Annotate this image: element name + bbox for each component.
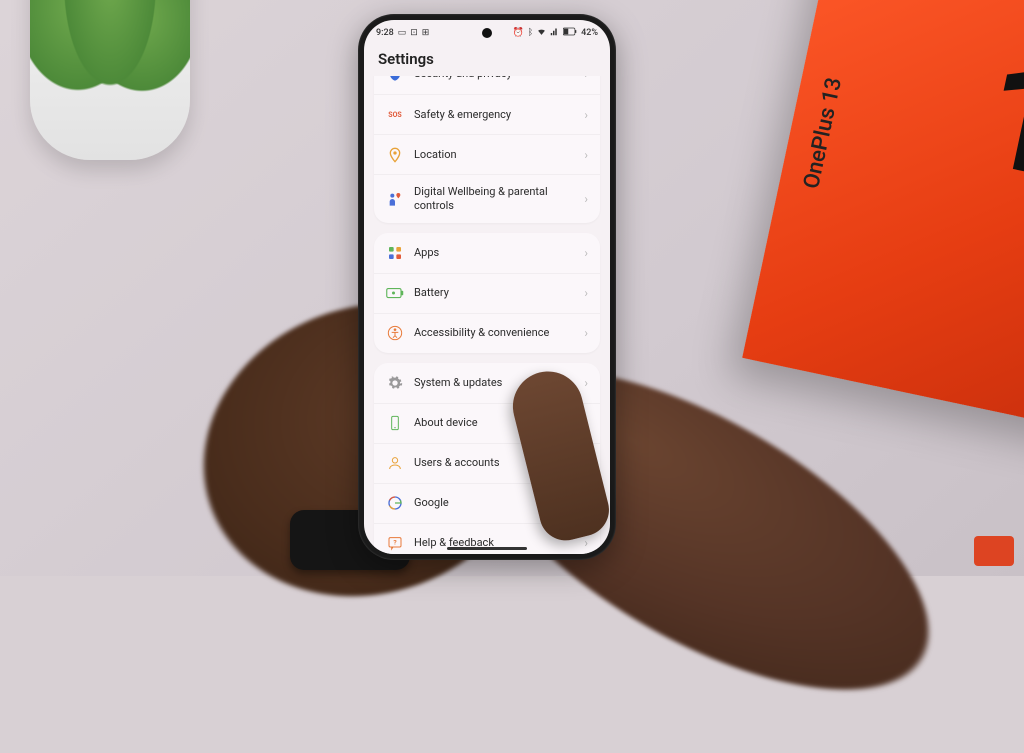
- settings-group: Apps › Battery › Accessibility & conveni…: [374, 233, 600, 353]
- apps-icon: [386, 244, 404, 262]
- notification-icon: ⊞: [422, 28, 430, 38]
- settings-item-label: Digital Wellbeing & parental controls: [414, 185, 574, 213]
- signal-icon: [550, 27, 559, 39]
- chevron-right-icon: ›: [584, 246, 588, 260]
- alarm-icon: ⏰: [513, 28, 524, 38]
- wifi-icon: [537, 27, 546, 39]
- accessibility-icon: [386, 324, 404, 342]
- gear-icon: [386, 374, 404, 392]
- chevron-right-icon: ›: [584, 536, 588, 550]
- chevron-right-icon: ›: [584, 76, 588, 81]
- settings-item-battery[interactable]: Battery ›: [374, 273, 600, 313]
- sos-icon: SOS: [386, 106, 404, 124]
- settings-item-security-privacy[interactable]: Security and privacy ›: [374, 76, 600, 94]
- help-icon: ?: [386, 534, 404, 552]
- settings-item-location[interactable]: Location ›: [374, 134, 600, 174]
- settings-item-label: Security and privacy: [414, 76, 574, 81]
- user-icon: [386, 454, 404, 472]
- chevron-right-icon: ›: [584, 108, 588, 122]
- status-clock: 9:28: [376, 28, 394, 38]
- settings-item-label: Accessibility & convenience: [414, 326, 574, 340]
- box-model-text: OnePlus 13: [799, 75, 847, 191]
- box-number: 13: [968, 25, 1024, 229]
- battery-icon: [386, 284, 404, 302]
- settings-item-label: Location: [414, 148, 574, 162]
- location-icon: [386, 146, 404, 164]
- settings-item-label: Apps: [414, 246, 574, 260]
- background-object: [974, 536, 1014, 566]
- status-bar-right: ⏰ ᛒ 42%: [513, 27, 598, 39]
- settings-item-label: Safety & emergency: [414, 108, 574, 122]
- notification-icon: ⊡: [410, 28, 418, 38]
- settings-item-accessibility[interactable]: Accessibility & convenience ›: [374, 313, 600, 353]
- page-title: Settings: [364, 46, 610, 76]
- chevron-right-icon: ›: [584, 286, 588, 300]
- battery-percentage: 42%: [581, 28, 598, 38]
- notification-icon: ▭: [398, 28, 407, 38]
- battery-icon: [563, 27, 577, 39]
- wellbeing-icon: [386, 190, 404, 208]
- front-camera-cutout: [482, 28, 492, 38]
- home-indicator[interactable]: [447, 547, 527, 550]
- bluetooth-icon: ᛒ: [528, 28, 533, 38]
- chevron-right-icon: ›: [584, 326, 588, 340]
- chevron-right-icon: ›: [584, 192, 588, 206]
- settings-item-apps[interactable]: Apps ›: [374, 233, 600, 273]
- settings-item-digital-wellbeing[interactable]: Digital Wellbeing & parental controls ›: [374, 174, 600, 223]
- status-bar-left: 9:28 ▭ ⊡ ⊞: [376, 28, 429, 38]
- svg-text:?: ?: [393, 538, 397, 546]
- background-plant: [30, 0, 190, 160]
- google-icon: [386, 494, 404, 512]
- settings-group: Security and privacy › SOS Safety & emer…: [374, 76, 600, 223]
- shield-icon: [386, 76, 404, 83]
- settings-item-label: Battery: [414, 286, 574, 300]
- chevron-right-icon: ›: [584, 376, 588, 390]
- chevron-right-icon: ›: [584, 148, 588, 162]
- phone-icon: [386, 414, 404, 432]
- settings-item-safety-emergency[interactable]: SOS Safety & emergency ›: [374, 94, 600, 134]
